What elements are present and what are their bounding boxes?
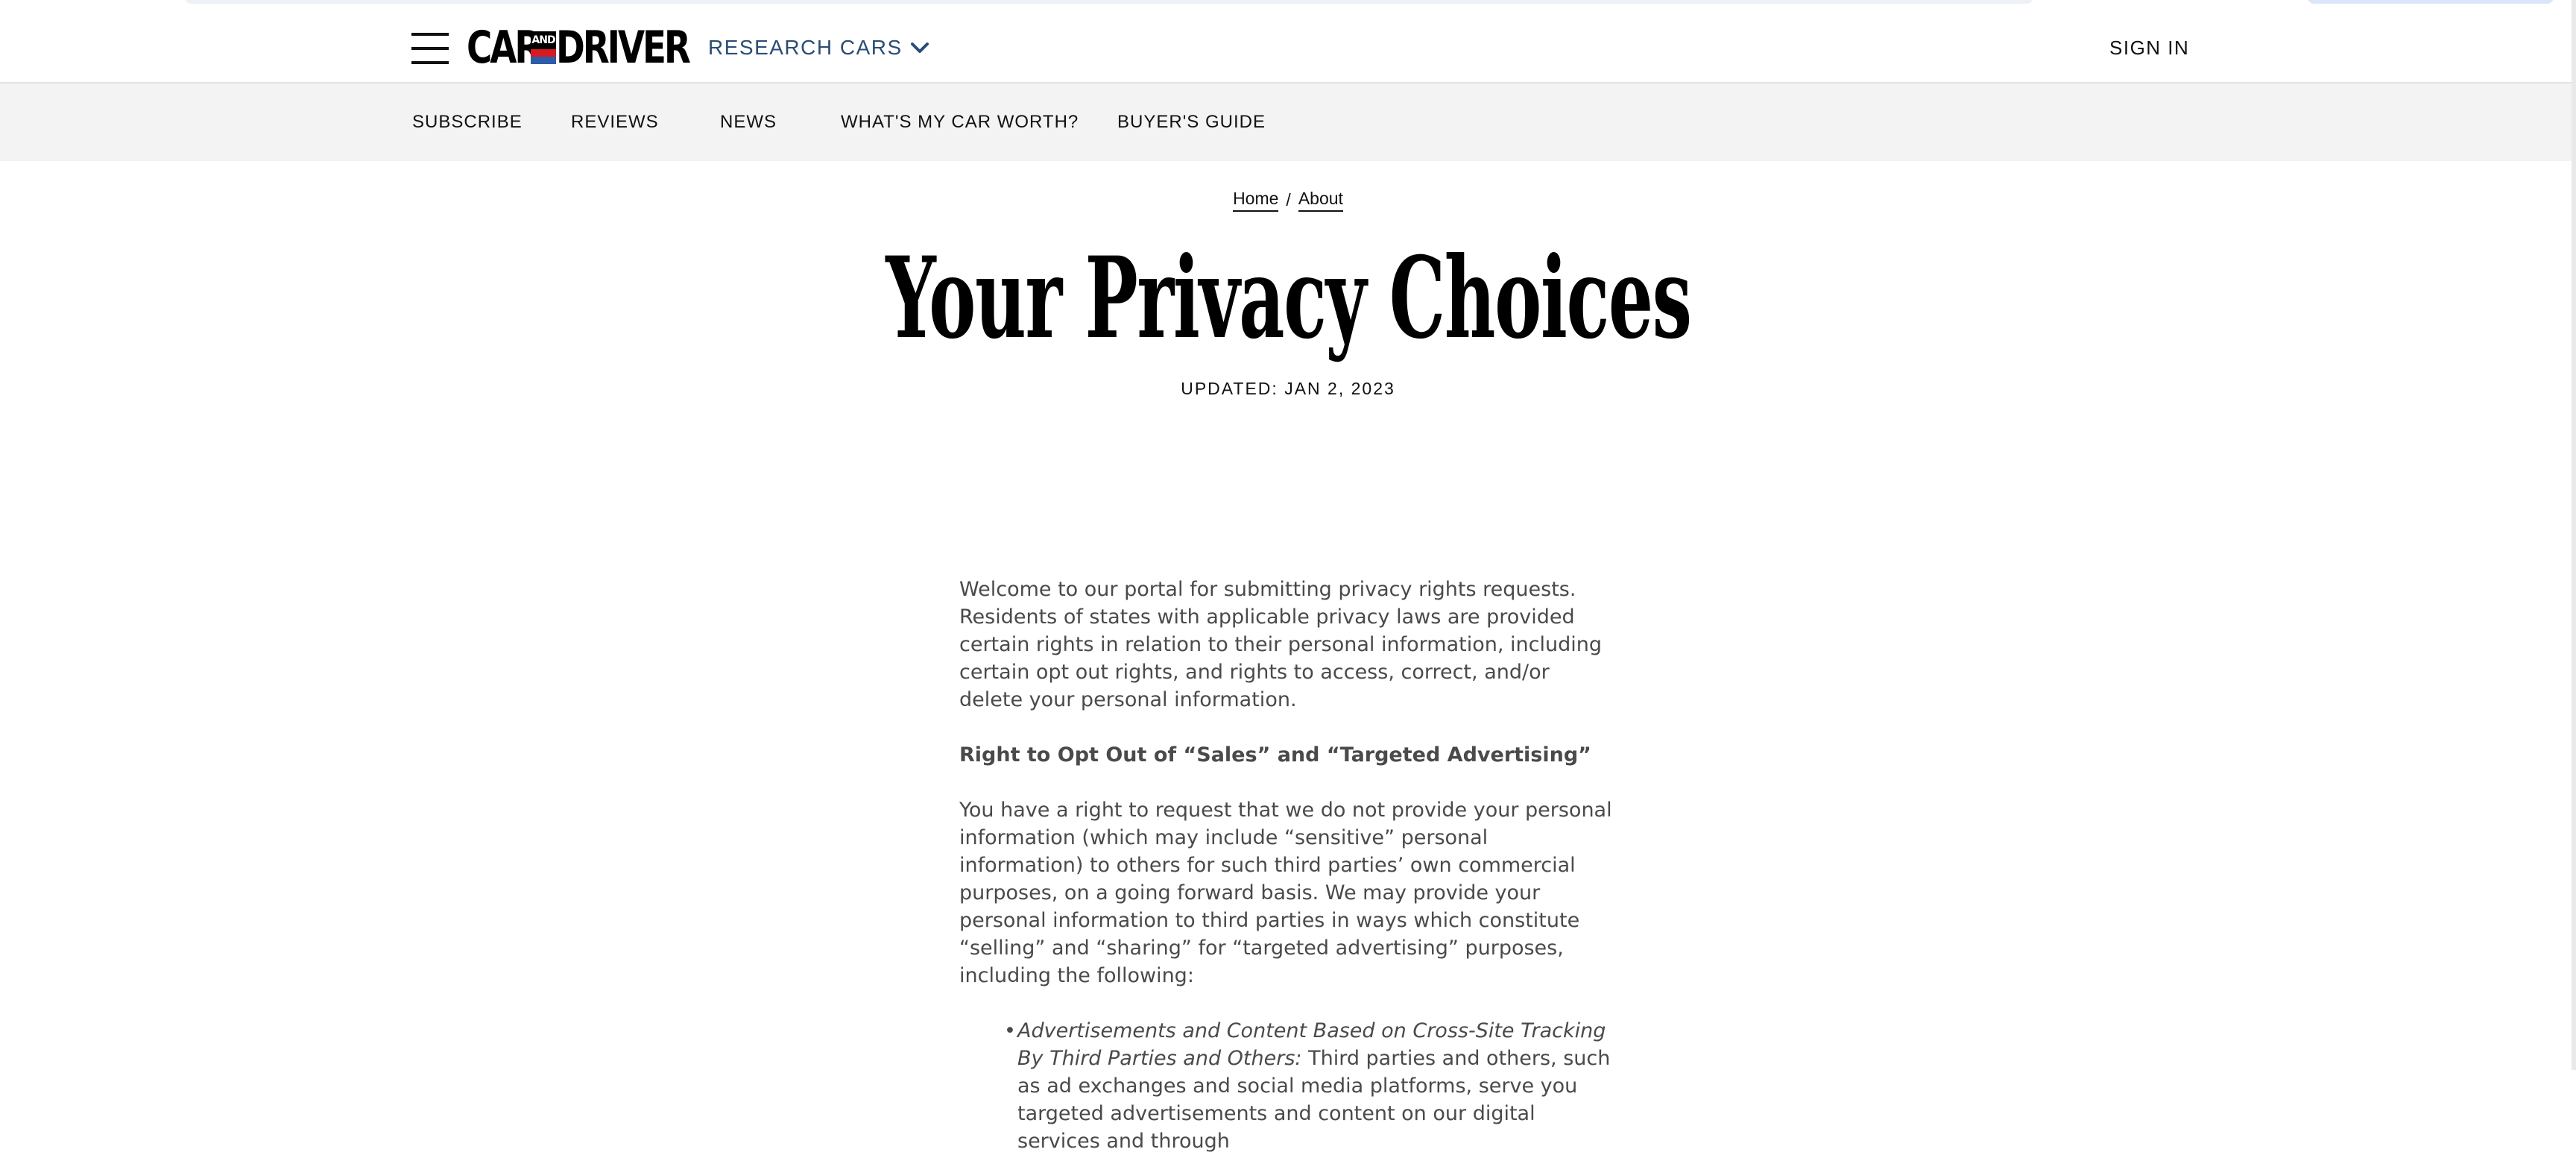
browser-address-bar[interactable] (185, 0, 2033, 4)
sign-in-link[interactable]: SIGN IN (2109, 33, 2189, 63)
breadcrumb-home-link[interactable]: Home (1233, 189, 1279, 212)
article-body: Welcome to our portal for submitting pri… (959, 576, 1615, 1155)
browser-action-pill[interactable] (2308, 0, 2554, 4)
research-cars-label: RESEARCH CARS (708, 36, 903, 59)
logo-red-stripe (531, 49, 556, 57)
intro-paragraph: Welcome to our portal for submitting pri… (959, 578, 1602, 711)
breadcrumb-separator: / (1286, 189, 1291, 210)
logo-and-badge: AND (531, 31, 556, 64)
secondary-nav: SUBSCRIBE REVIEWS NEWS WHAT'S MY CAR WOR… (0, 84, 2572, 161)
site-header: CAR AND DRIVER RESEARCH CARS SIGN IN (0, 15, 2572, 84)
nav-subscribe[interactable]: SUBSCRIBE (412, 110, 523, 134)
breadcrumb: Home / About (0, 186, 2576, 213)
logo-car-text: CAR (467, 22, 541, 74)
browser-top-strip (0, 0, 2576, 15)
car-and-driver-logo[interactable]: CAR AND DRIVER (467, 22, 691, 74)
logo-and-text: AND (531, 31, 556, 49)
nav-reviews[interactable]: REVIEWS (571, 110, 659, 134)
section-heading: Right to Opt Out of “Sales” and “Targete… (959, 743, 1591, 767)
nav-buyers-guide[interactable]: BUYER'S GUIDE (1117, 110, 1266, 134)
bullet-list: Advertisements and Content Based on Cros… (959, 1017, 1615, 1155)
research-cars-dropdown[interactable]: RESEARCH CARS (708, 33, 929, 63)
chevron-down-icon (910, 43, 929, 53)
logo-driver-text: DRIVER (556, 22, 691, 74)
breadcrumb-about-link[interactable]: About (1298, 189, 1343, 212)
page-title-text: Your Privacy Choices (885, 233, 1692, 364)
hamburger-menu-icon[interactable] (411, 31, 449, 66)
nav-news[interactable]: NEWS (720, 110, 777, 134)
body-paragraph: You have a right to request that we do n… (959, 799, 1612, 987)
logo-blue-stripe (531, 57, 556, 64)
updated-date: UPDATED: JAN 2, 2023 (1181, 379, 1395, 398)
nav-whats-my-car-worth[interactable]: WHAT'S MY CAR WORTH? (841, 110, 1079, 134)
list-item: Advertisements and Content Based on Cros… (1004, 1017, 1615, 1155)
page-scrollbar[interactable] (2572, 0, 2576, 1070)
page-title: Your Privacy Choices (0, 224, 2576, 373)
